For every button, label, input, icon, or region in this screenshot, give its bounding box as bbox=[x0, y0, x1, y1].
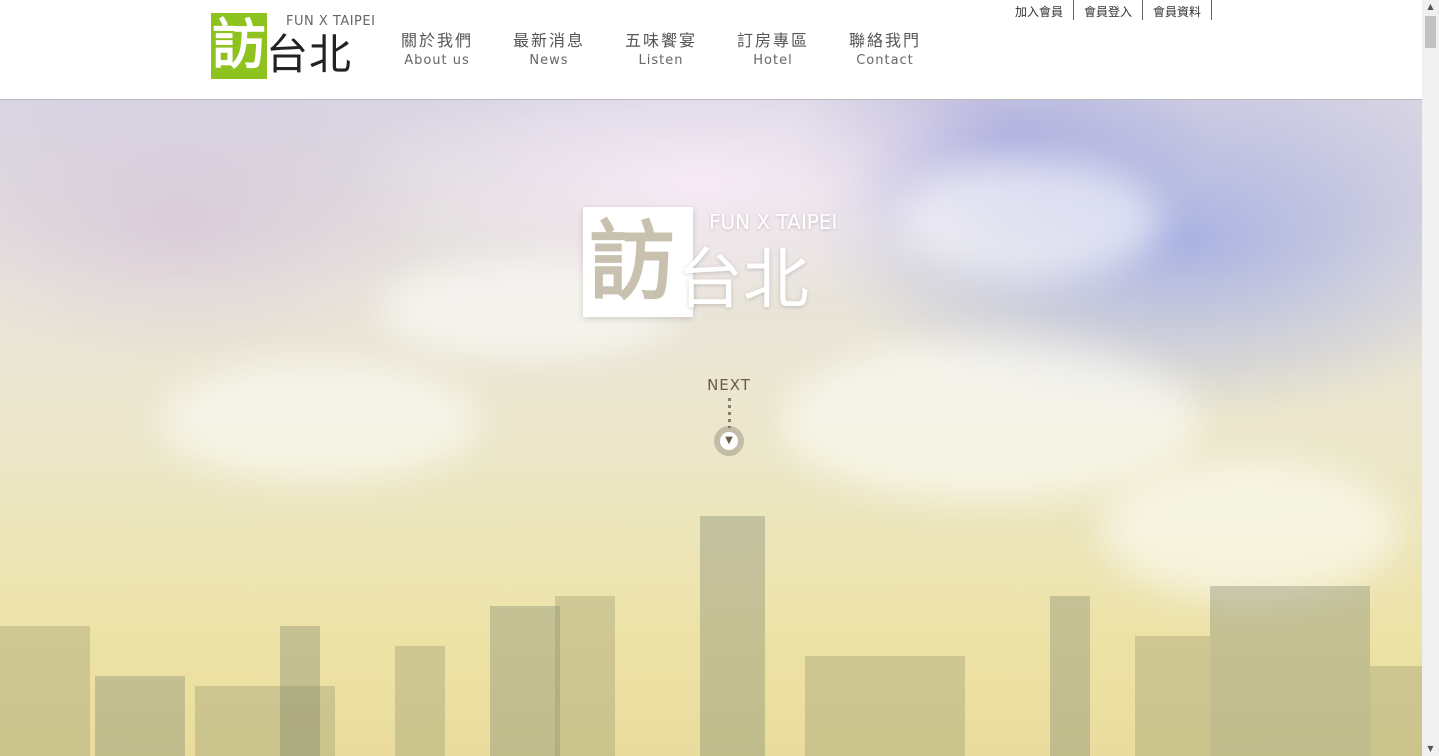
skyline-building bbox=[280, 626, 320, 756]
hero-logo: 訪 台北 FUN X TAIPEI bbox=[583, 206, 843, 324]
nav-label-zh: 最新消息 bbox=[512, 31, 585, 50]
next-section-button[interactable]: NEXT ▼ bbox=[700, 376, 758, 456]
site-logo[interactable]: 訪 台北 FUN X TAIPEI bbox=[210, 12, 375, 82]
nav-item-contact[interactable]: 聯絡我門 Contact bbox=[829, 31, 941, 70]
nav-item-news[interactable]: 最新消息 News bbox=[493, 31, 605, 70]
page-scrollbar[interactable]: ▲ ▼ bbox=[1422, 0, 1439, 756]
skyline-building bbox=[700, 516, 765, 756]
skyline-building bbox=[555, 596, 615, 756]
skyline-building bbox=[490, 606, 560, 756]
member-profile-link[interactable]: 會員資料 bbox=[1143, 0, 1212, 20]
down-arrow-icon: ▼ bbox=[720, 432, 738, 450]
logo-mark: 訪 bbox=[212, 13, 266, 76]
nav-label-zh: 聯絡我門 bbox=[848, 31, 921, 50]
skyline-building bbox=[1135, 636, 1210, 756]
join-member-link[interactable]: 加入會員 bbox=[1005, 0, 1074, 20]
logo-tagline: FUN X TAIPEI bbox=[286, 14, 376, 29]
skyline-building bbox=[395, 646, 445, 756]
skyline-building bbox=[1210, 586, 1370, 756]
nav-label-en: Listen bbox=[638, 53, 684, 68]
nav-label-en: About us bbox=[404, 53, 470, 68]
scroll-up-icon[interactable]: ▲ bbox=[1422, 0, 1439, 14]
member-links: 加入會員 會員登入 會員資料 bbox=[1005, 0, 1212, 20]
logo-name: 台北 bbox=[266, 30, 353, 79]
scrollbar-thumb[interactable] bbox=[1425, 16, 1436, 48]
dotted-line bbox=[727, 398, 731, 428]
next-label: NEXT bbox=[707, 376, 751, 394]
skyline-building bbox=[95, 676, 185, 756]
hero-logo-name: 台北 bbox=[677, 241, 809, 318]
cloud-shape bbox=[900, 160, 1160, 280]
cloud-shape bbox=[1100, 460, 1400, 600]
cloud-shape bbox=[160, 360, 480, 480]
nav-item-listen[interactable]: 五味饗宴 Listen bbox=[605, 31, 717, 70]
scroll-down-circle[interactable]: ▼ bbox=[714, 426, 744, 456]
skyline-building bbox=[0, 626, 90, 756]
hero-logo-mark: 訪 bbox=[589, 212, 675, 312]
nav-label-zh: 關於我們 bbox=[400, 31, 473, 50]
cloud-shape bbox=[780, 340, 1200, 500]
hero-banner: 訪 台北 FUN X TAIPEI NEXT ▼ bbox=[0, 100, 1422, 756]
nav-label-zh: 訂房專區 bbox=[736, 31, 809, 50]
site-header: 訪 台北 FUN X TAIPEI 加入會員 會員登入 會員資料 關於我們 Ab… bbox=[0, 0, 1422, 100]
member-login-link[interactable]: 會員登入 bbox=[1074, 0, 1143, 20]
main-nav: 關於我們 About us 最新消息 News 五味饗宴 Listen 訂房專區… bbox=[381, 31, 941, 70]
hero-logo-tagline: FUN X TAIPEI bbox=[709, 210, 838, 234]
skyline-building bbox=[1370, 666, 1422, 756]
nav-item-about[interactable]: 關於我們 About us bbox=[381, 31, 493, 70]
nav-label-zh: 五味饗宴 bbox=[624, 31, 697, 50]
scroll-down-icon[interactable]: ▼ bbox=[1422, 742, 1439, 756]
nav-label-en: Hotel bbox=[753, 53, 793, 68]
nav-label-en: Contact bbox=[856, 53, 914, 68]
nav-label-en: News bbox=[529, 53, 569, 68]
nav-item-hotel[interactable]: 訂房專區 Hotel bbox=[717, 31, 829, 70]
skyline-building bbox=[805, 656, 965, 756]
skyline-building bbox=[1050, 596, 1090, 756]
